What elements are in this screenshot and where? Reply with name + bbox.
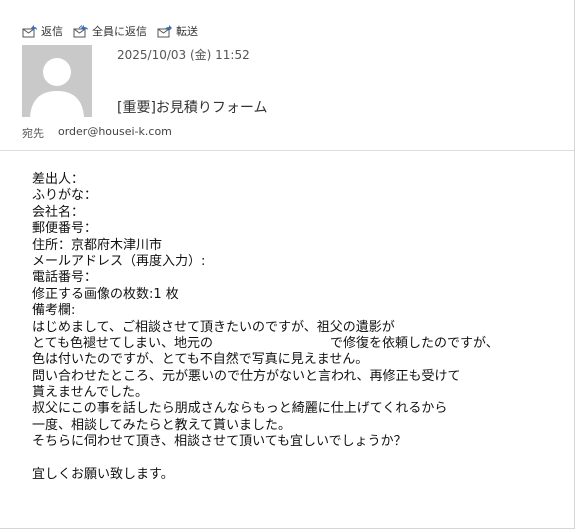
body-line: 色は付いたのですが、とても不自然で写真に見えません。 [32, 352, 369, 368]
body-line: 一度、相談してみたらと教えて貰いました。 [32, 417, 291, 433]
reply-all-button[interactable]: 全員に返信 [73, 23, 147, 39]
body-line: 問い合わせたところ、元が悪いので仕方がないと言われ、再修正も受けて [32, 368, 461, 384]
reply-icon [22, 24, 38, 38]
body-line: はじめまして、ご相談させて頂きたいのですが、祖父の遺影が [32, 319, 395, 335]
forward-icon [157, 24, 173, 38]
body-line: メールアドレス（再度入力）: [32, 253, 206, 269]
reply-button[interactable]: 返信 [22, 23, 63, 39]
message-body: 差出人： ふりがな： 会社名： 郵便番号： 住所：京都府木津川市 メールアドレス… [32, 172, 572, 483]
body-line: 郵便番号： [32, 221, 98, 237]
email-reading-pane: 返信 全員に返信 転送 2025/10/03 (金) 11:52 [重要]お見積… [0, 0, 575, 529]
body-line: そちらに伺わせて頂き、相談させて頂いても宜しいでしょうか？ [32, 434, 407, 450]
message-subject: [重要]お見積りフォーム [117, 100, 268, 116]
reply-all-label: 全員に返信 [92, 25, 147, 38]
to-label: 宛先 [22, 127, 44, 140]
body-line: 宜しくお願い致します。 [32, 467, 174, 483]
body-line: 備考欄: [32, 303, 76, 319]
body-line: 修正する画像の枚数:1 枚 [32, 286, 179, 302]
body-line: ふりがな： [32, 188, 98, 204]
recipient-address[interactable]: order@housei-k.com [58, 125, 172, 138]
body-line: 叔父にこの事を話したら朋成さんならもっと綺麗に仕上げてくれるから [32, 401, 448, 417]
forward-label: 転送 [176, 25, 198, 38]
message-toolbar: 返信 全員に返信 転送 [22, 22, 198, 40]
sender-avatar [22, 45, 92, 117]
message-date: 2025/10/03 (金) 11:52 [117, 48, 250, 62]
body-line: 電話番号： [32, 270, 98, 286]
body-blank-line [32, 451, 572, 467]
reply-label: 返信 [41, 25, 63, 38]
body-line: 貰えませんでした。 [32, 385, 148, 401]
person-silhouette-icon [22, 45, 92, 117]
body-line: 差出人： [32, 172, 85, 187]
header-divider [0, 150, 574, 151]
body-line: とても色褪せてしまい、地元の で修復を依頼したのですが、 [32, 335, 499, 351]
reply-all-icon [73, 24, 89, 38]
body-line: 会社名： [32, 204, 85, 220]
forward-button[interactable]: 転送 [157, 23, 198, 39]
body-line: 住所：京都府木津川市 [32, 237, 163, 253]
